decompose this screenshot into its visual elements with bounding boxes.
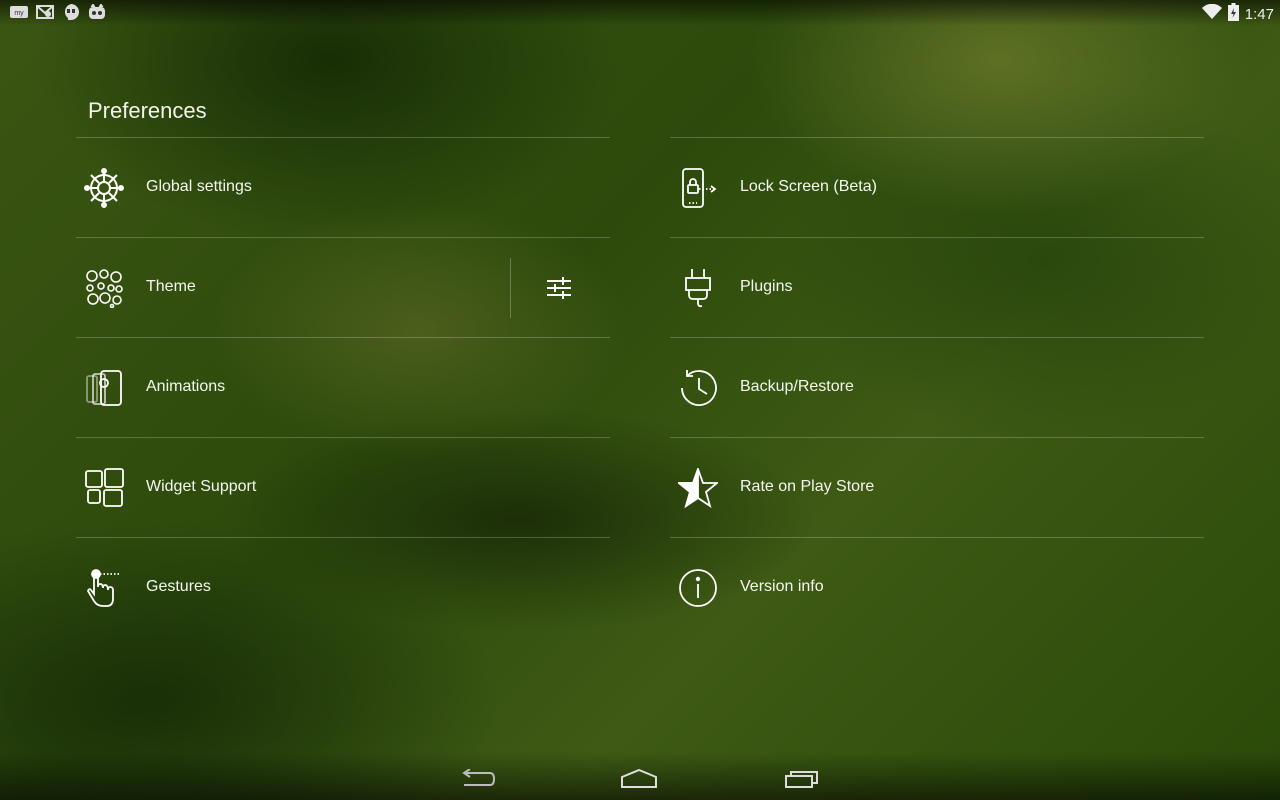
animations-icon: [84, 368, 124, 408]
plug-icon: [678, 268, 718, 308]
back-icon[interactable]: [448, 764, 508, 794]
notification-icons: my: [10, 3, 106, 21]
pref-label: Widget Support: [146, 478, 257, 495]
star-icon: [676, 466, 720, 509]
settings-wheel-icon: [84, 168, 124, 208]
history-icon: [678, 368, 718, 408]
pref-label: Animations: [146, 378, 226, 395]
pref-item-version-info[interactable]: Version info: [670, 537, 1204, 637]
pref-item-rate[interactable]: Rate on Play Store: [670, 437, 1204, 537]
home-icon[interactable]: [609, 764, 669, 794]
mail-notification-icon: [36, 3, 54, 21]
pref-item-widget-support[interactable]: Widget Support: [76, 437, 610, 537]
pref-label: Theme: [146, 278, 196, 295]
pref-item-lock-screen[interactable]: Lock Screen (Beta): [670, 137, 1204, 237]
pref-label: Plugins: [740, 278, 793, 295]
cyanogenmod-icon: [88, 3, 106, 21]
page-title: Preferences: [88, 98, 207, 123]
my-app-icon: my: [10, 3, 28, 21]
svg-text:my: my: [14, 10, 24, 17]
pref-item-plugins[interactable]: Plugins: [670, 237, 1204, 337]
pref-item-gestures[interactable]: Gestures: [76, 537, 610, 637]
battery-charging-icon: [1227, 3, 1239, 26]
pref-item-global-settings[interactable]: Global settings: [76, 137, 610, 237]
pref-label: Version info: [740, 578, 824, 595]
navigation-bar: [0, 752, 1280, 800]
pref-item-theme[interactable]: Theme: [76, 237, 610, 337]
pref-item-animations[interactable]: Animations: [76, 337, 610, 437]
pref-label: Backup/Restore: [740, 378, 854, 395]
pref-label: Lock Screen (Beta): [740, 178, 877, 195]
hangouts-icon: [62, 3, 80, 21]
widgets-icon: [84, 468, 124, 508]
pref-label: Global settings: [146, 178, 252, 195]
pref-item-backup-restore[interactable]: Backup/Restore: [670, 337, 1204, 437]
info-icon: [678, 568, 718, 608]
preferences-left-column: Global settings Theme Animations Widget …: [76, 137, 610, 637]
theme-bubbles-icon: [84, 268, 124, 309]
preferences-right-column: Lock Screen (Beta) Plugins Backup/Restor…: [670, 137, 1204, 637]
lock-screen-icon: [678, 168, 718, 208]
gesture-hand-icon: [84, 568, 124, 608]
status-bar: my 1:47: [0, 0, 1280, 26]
recents-icon[interactable]: [772, 764, 832, 794]
system-icons: 1:47: [1201, 3, 1274, 26]
pref-label: Rate on Play Store: [740, 478, 875, 495]
tune-sliders-icon[interactable]: [544, 274, 574, 302]
wifi-icon: [1201, 3, 1222, 25]
pref-label: Gestures: [146, 578, 211, 595]
clock: 1:47: [1244, 6, 1274, 23]
theme-divider: [510, 258, 511, 318]
